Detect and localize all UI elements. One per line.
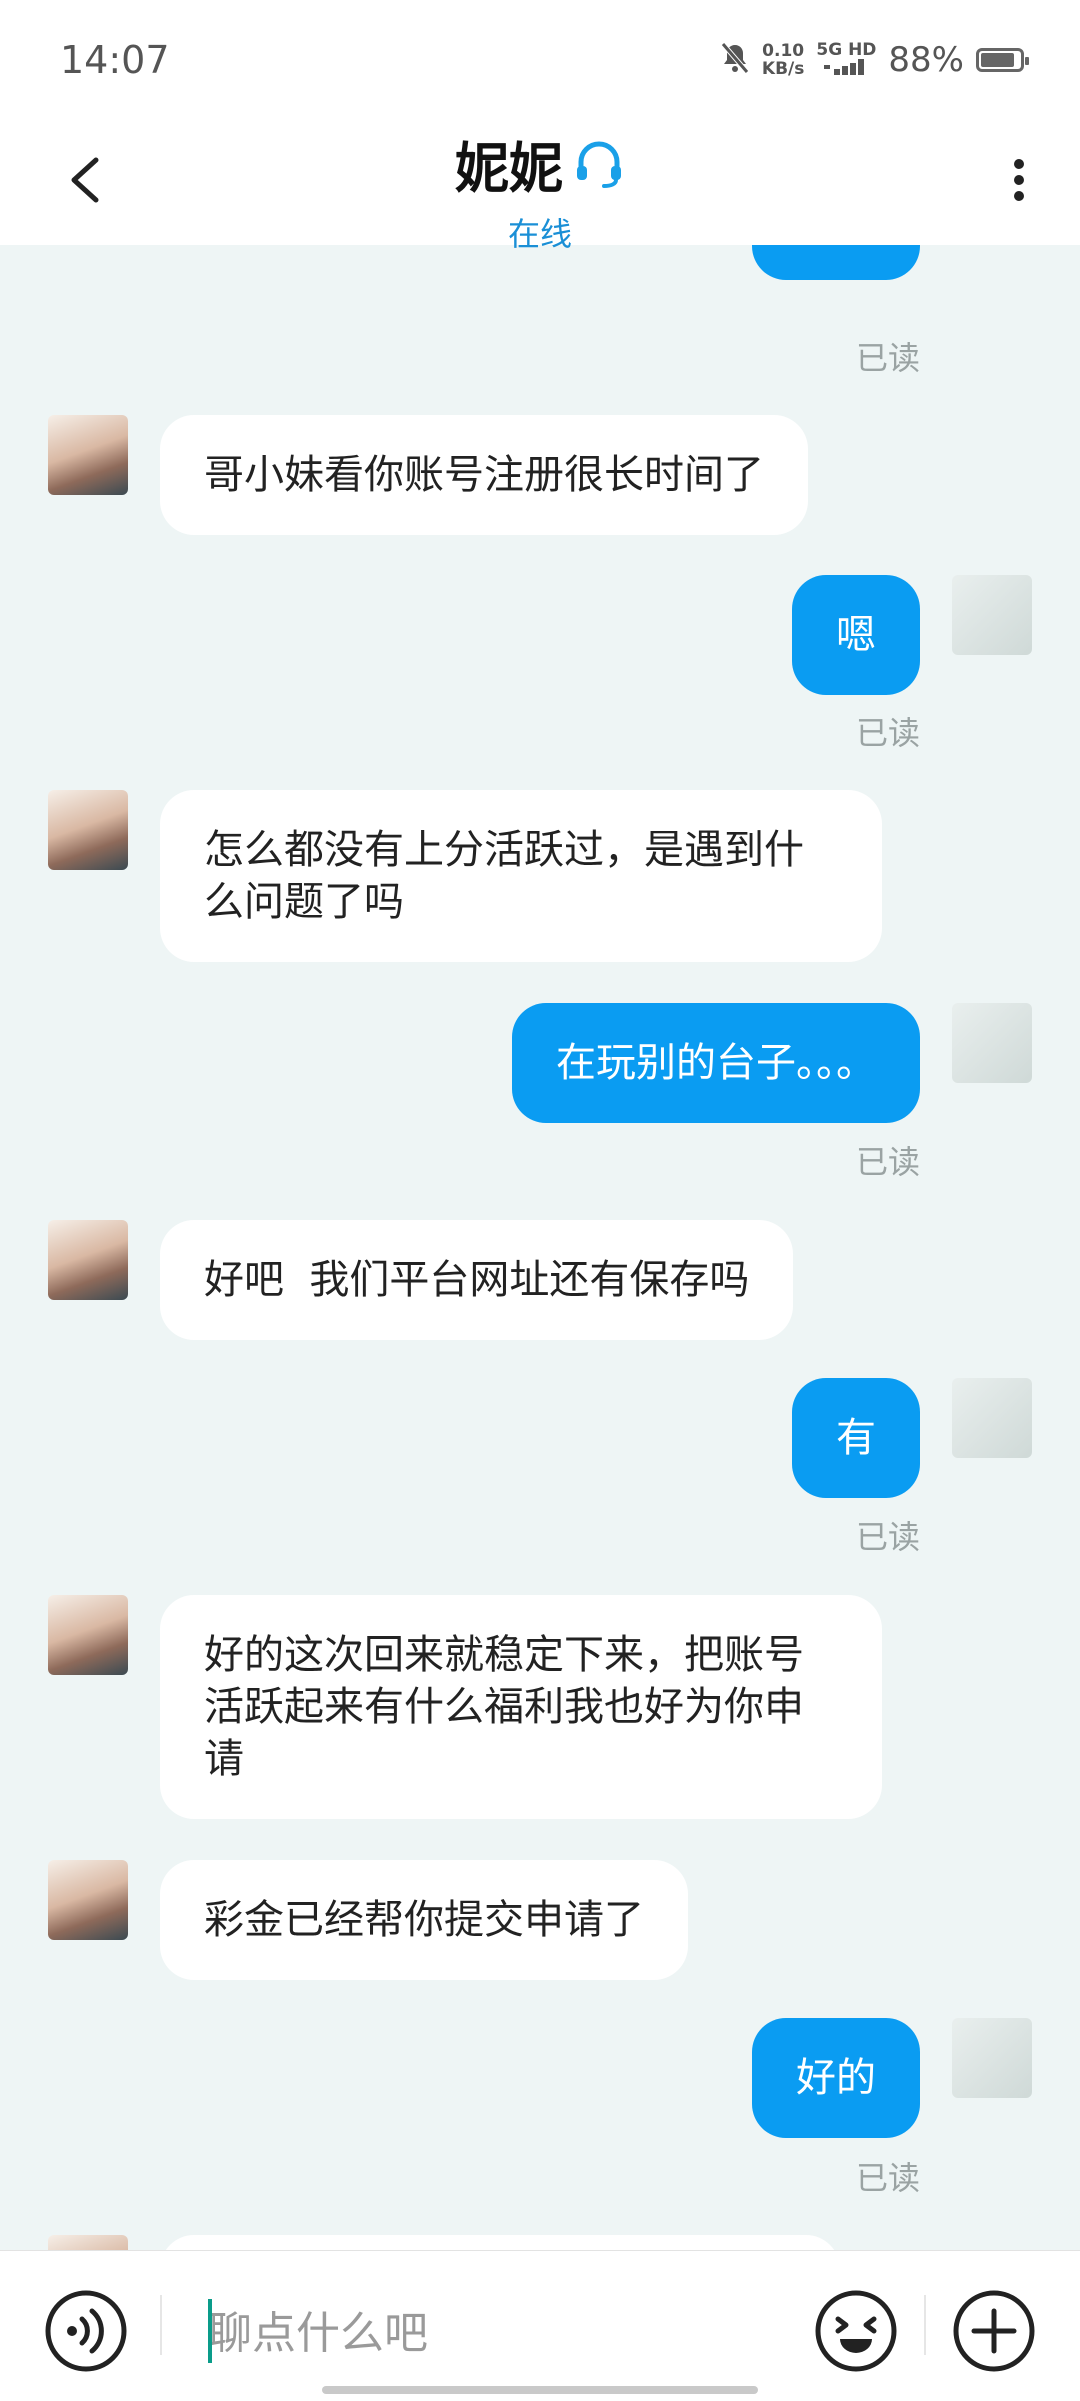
more-vertical-icon: [1014, 159, 1024, 201]
text-caret: [208, 2299, 212, 2363]
emoji-icon: [815, 2290, 897, 2372]
read-receipt: 已读: [855, 1518, 920, 1556]
battery-icon: [976, 48, 1029, 72]
contact-avatar[interactable]: [48, 1595, 128, 1675]
message-bubble-sent[interactable]: 好的: [752, 2018, 920, 2138]
message-bubble-sent[interactable]: 有: [792, 1378, 920, 1498]
mute-bell-icon: [720, 42, 750, 78]
my-avatar[interactable]: [952, 575, 1032, 655]
message-input[interactable]: [206, 2297, 770, 2369]
voice-icon: [45, 2290, 127, 2372]
signal-icon: [824, 59, 865, 75]
divider: [924, 2295, 926, 2355]
more-options-button[interactable]: [1004, 150, 1034, 210]
message-bubble-received[interactable]: 怎么都没有上分活跃过，是遇到什么问题了吗: [160, 790, 882, 962]
my-avatar[interactable]: [952, 1003, 1032, 1083]
read-receipt: 已读: [855, 714, 920, 752]
net-speed-value: 0.10: [762, 41, 805, 61]
contact-name: 妮妮: [455, 124, 625, 203]
divider: [160, 2295, 162, 2355]
status-icons: 0.10 KB/s 5G HD 88%: [720, 40, 1029, 80]
home-indicator[interactable]: [322, 2386, 758, 2394]
battery-fill: [981, 53, 1014, 67]
message-bubble-sent[interactable]: 对的: [752, 245, 920, 280]
read-receipt: 已读: [855, 2159, 920, 2197]
battery-percent: 88%: [888, 40, 964, 80]
message-bubble-received[interactable]: 好的这次回来就稳定下来，把账号活跃起来有什么福利我也好为你申请: [160, 1595, 882, 1819]
message-input-bar: [0, 2250, 1080, 2401]
contact-avatar[interactable]: [48, 1860, 128, 1940]
network-indicator: 5G HD: [816, 41, 876, 79]
message-bubble-received[interactable]: 哥小妹看你账号注册很长时间了: [160, 415, 808, 535]
emoji-button[interactable]: [812, 2287, 900, 2375]
contact-avatar[interactable]: [48, 2235, 128, 2250]
status-bar: 14:07 0.10 KB/s 5G HD 88%: [0, 0, 1080, 120]
my-avatar[interactable]: [952, 2018, 1032, 2098]
more-actions-button[interactable]: [950, 2287, 1038, 2375]
my-avatar[interactable]: [952, 1378, 1032, 1458]
message-bubble-received[interactable]: 好吧 我们平台网址还有保存吗: [160, 1220, 794, 1340]
net-speed-unit: KB/s: [761, 59, 805, 79]
voice-input-button[interactable]: [42, 2287, 130, 2375]
message-bubble-received[interactable]: 彩金已经帮你提交申请了: [160, 1860, 688, 1980]
plus-circle-icon: [953, 2290, 1035, 2372]
read-receipt: 已读: [855, 339, 920, 377]
read-receipt: 已读: [855, 1143, 920, 1181]
network-label: 5G HD: [816, 40, 877, 60]
contact-avatar[interactable]: [48, 1220, 128, 1300]
contact-name-text: 妮妮: [455, 137, 563, 200]
contact-avatar[interactable]: [48, 415, 128, 495]
contact-avatar[interactable]: [48, 790, 128, 870]
headset-icon: [577, 141, 621, 188]
status-time: 14:07: [60, 38, 170, 82]
net-speed: 0.10 KB/s: [762, 42, 804, 78]
message-bubble-received[interactable]: [160, 2235, 840, 2250]
message-bubble-sent[interactable]: 嗯: [792, 575, 920, 695]
chat-messages[interactable]: 对的 已读 哥小妹看你账号注册很长时间了 嗯 已读 怎么都没有上分活跃过，是遇到…: [0, 245, 1080, 2250]
message-bubble-sent[interactable]: 在玩别的台子。。。: [512, 1003, 920, 1123]
chat-header: 妮妮 在线: [0, 120, 1080, 253]
